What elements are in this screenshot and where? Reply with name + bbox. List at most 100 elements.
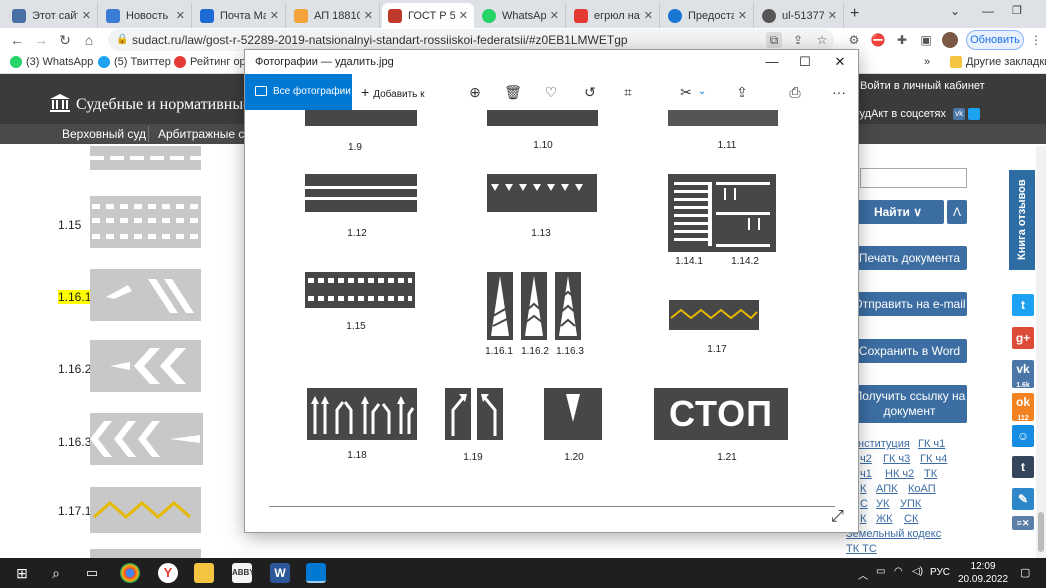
bookmark-whatsapp[interactable]: (3) WhatsApp [10,56,93,68]
email-document-button[interactable]: Отправить на e-mail [852,292,967,316]
tab-4[interactable]: АП 18810 ✕ [288,3,380,28]
abbyy-icon[interactable]: ABBY [232,563,255,583]
nav-arbitration-courts[interactable]: Арбитражные суд [158,127,257,141]
google-plus-share-icon[interactable]: g+ [1012,327,1034,349]
address-bar[interactable]: 🔒 sudact.ru/law/gost-r-52289-2019-natsio… [108,29,834,51]
network-icon[interactable]: ◠ [894,566,903,577]
code-link[interactable]: НК ч2 [885,468,914,480]
search-input[interactable] [860,168,967,188]
twitter-icon[interactable] [968,108,981,121]
code-link[interactable]: УПК [900,498,921,510]
tray-chevron-icon[interactable]: ︿ [858,567,868,582]
find-button[interactable]: Найти ∨ [852,200,944,224]
code-link[interactable]: ЖК [876,513,893,525]
code-link[interactable]: ГК ч4 [920,453,947,465]
bookmark-twitter[interactable]: (5) Твиттер [98,56,171,68]
code-link[interactable]: СК [904,513,918,525]
save-word-button[interactable]: Сохранить в Word [852,339,967,363]
code-link[interactable]: ТК ТС [846,543,877,555]
forward-icon[interactable]: → [32,31,50,49]
star-icon[interactable]: ☆ [814,32,830,48]
code-link[interactable]: ч2 [860,453,872,465]
language-indicator[interactable]: РУС [930,567,950,578]
tumblr-share-icon[interactable]: t [1012,456,1034,478]
reload-icon[interactable]: ↻ [56,31,74,49]
add-to-button[interactable]: + Добавить к [361,74,425,110]
print-document-button[interactable]: Печать документа [852,246,967,270]
code-link[interactable]: ТК [924,468,937,480]
avatar[interactable] [942,32,958,48]
code-link[interactable]: Земельный кодекс [846,528,941,540]
code-link[interactable]: К [860,483,866,495]
code-link[interactable]: К [860,513,866,525]
livejournal-share-icon[interactable]: ✎ [1012,488,1034,510]
task-view-icon[interactable]: ▭ [82,563,102,583]
tab-7[interactable]: егрюл на ✕ [568,3,660,28]
code-link[interactable]: нституция [858,438,910,450]
share-icon[interactable]: ⇪ [790,32,806,48]
close-icon[interactable]: ✕ [550,9,559,22]
site-title[interactable]: Судебные и нормативные [76,96,250,114]
file-explorer-icon[interactable] [194,563,214,583]
code-link[interactable]: УК [876,498,889,510]
zoom-icon[interactable]: ⊕ [466,83,484,101]
ok-share-icon[interactable]: ok 112 [1012,393,1034,422]
fullscreen-icon[interactable]: ⤢ [831,508,844,526]
notifications-icon[interactable]: ▢ [1020,566,1030,579]
get-link-button[interactable]: Получить ссылку на документ [852,385,967,423]
maximize-icon[interactable]: ☐ [796,53,814,71]
menu-icon[interactable]: ⋮ [1028,32,1044,48]
extension-icon[interactable]: ⚙ [846,32,862,48]
moimir-share-icon[interactable]: ☺ [1012,425,1034,447]
tab-9[interactable]: ul-513774✕ [756,3,844,28]
rotate-icon[interactable]: ↺ [581,83,599,101]
bookmarks-overflow[interactable]: » [924,56,930,68]
clock[interactable]: 12:09 20.09.2022 [958,560,1008,586]
adblock-icon[interactable]: ⛔ [870,32,886,48]
chrome-icon[interactable] [120,563,140,583]
page-scrollbar[interactable] [1036,146,1046,558]
close-icon[interactable]: ✕ [270,9,279,22]
collapse-button[interactable]: Λ [947,200,967,224]
more-share-icon[interactable]: ≡✕ [1012,516,1034,530]
tab-3[interactable]: Почта Ма ✕ [194,3,286,28]
tab-2[interactable]: Новость ✕ [100,3,192,28]
nav-supreme-court[interactable]: Верховный суд [62,127,146,141]
tab-8[interactable]: Предостав✕ [662,3,754,28]
home-icon[interactable]: ⌂ [80,31,98,49]
minimize-icon[interactable]: — [763,53,781,71]
bookmark-other[interactable]: Другие закладки [950,56,1046,68]
puzzle-icon[interactable]: ✚ [894,32,910,48]
windows-start-icon[interactable]: ⊞ [12,563,32,583]
code-link[interactable]: КоАП [908,483,936,495]
scrollbar-thumb[interactable] [1038,512,1044,552]
update-button[interactable]: Обновить [966,30,1024,50]
close-icon[interactable]: ✕ [831,53,849,71]
heart-icon[interactable]: ♡ [542,83,560,101]
minimize-icon[interactable]: — [982,4,994,18]
close-icon[interactable]: ✕ [176,9,185,22]
trash-icon[interactable]: 🗑 [504,83,522,101]
sidepanel-icon[interactable]: ▣ [918,32,934,48]
code-link[interactable]: ГК ч3 [883,453,910,465]
close-icon[interactable]: ✕ [82,9,91,22]
volume-icon[interactable]: ◁) [912,566,923,577]
close-icon[interactable]: ✕ [459,9,468,22]
tab-5-active[interactable]: ГОСТ Р 52✕ [382,3,474,28]
photos-app-icon[interactable] [306,563,326,583]
code-link[interactable]: С [860,498,868,510]
close-icon[interactable]: ✕ [644,9,653,22]
battery-icon[interactable]: ▭ [876,566,885,577]
code-link[interactable]: АПК [876,483,898,495]
translate-icon[interactable]: ⧉ [766,32,782,48]
all-photos-button[interactable]: Все фотографии [245,74,352,110]
close-icon[interactable]: ✕ [738,9,747,22]
back-icon[interactable]: ← [8,31,26,49]
bookmark-rating[interactable]: Рейтинг орга [174,56,256,68]
more-icon[interactable]: ··· [830,83,848,101]
tab-1[interactable]: Этот сайт ✕ [6,3,98,28]
twitter-share-icon[interactable]: t [1012,294,1034,316]
word-icon[interactable]: W [270,563,290,583]
close-icon[interactable]: ✕ [828,9,837,22]
code-link[interactable]: ч1 [860,468,872,480]
